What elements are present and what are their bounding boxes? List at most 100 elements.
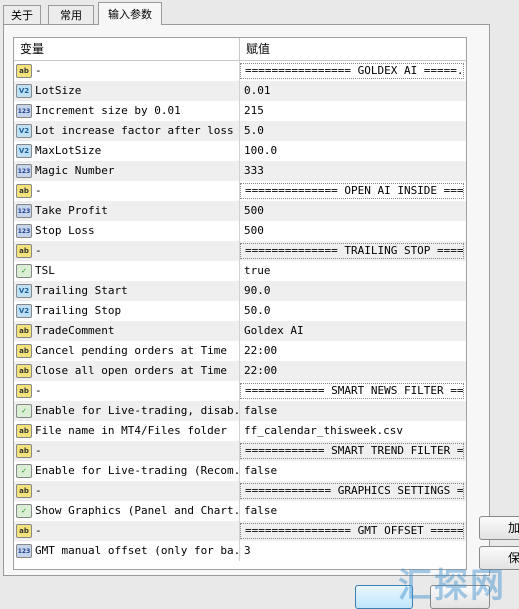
variable-name: - [35,184,42,197]
string-type-icon: ab [16,424,32,438]
variable-cell: ✓ Enable for Live-trading (Recom... [14,461,240,481]
double-type-icon: V2 [16,144,32,158]
variable-name: LotSize [35,84,82,97]
double-type-icon: V2 [16,304,32,318]
value-cell[interactable]: ============ SMART TREND FILTER =... [240,443,464,459]
table-row[interactable]: ab Close all open orders at Time 22:00 [14,361,466,381]
table-row[interactable]: 123 Take Profit 500 [14,201,466,221]
value-cell[interactable]: ============== OPEN AI INSIDE ===... [240,183,464,199]
value-cell[interactable]: ff_calendar_thisweek.csv [240,421,466,441]
value-cell[interactable]: ================ GOLDEX AI =====... [240,63,464,79]
variable-name: GMT manual offset (only for ba... [35,544,240,557]
variable-name: Trailing Stop [35,304,122,317]
string-type-icon: ab [16,524,32,538]
value-cell[interactable]: 333 [240,161,466,181]
value-cell[interactable]: false [240,461,466,481]
table-row[interactable]: 123 Stop Loss 500 [14,221,466,241]
value-cell[interactable]: 50.0 [240,301,466,321]
value-cell[interactable]: 500 [240,201,466,221]
variable-name: - [35,484,42,497]
tab-inputs[interactable]: 输入参数 [98,2,162,25]
column-header-variable[interactable]: 变量 [14,38,240,60]
table-row[interactable]: ab Cancel pending orders at Time 22:00 [14,341,466,361]
variable-cell: 123 Increment size by 0.01 [14,101,240,121]
variable-cell: V2 Trailing Start [14,281,240,301]
table-row[interactable]: V2 MaxLotSize 100.0 [14,141,466,161]
string-type-icon: ab [16,324,32,338]
table-row[interactable]: ab - ================ GMT OFFSET =====... [14,521,466,541]
table-row[interactable]: V2 Lot increase factor after loss 5.0 [14,121,466,141]
value-cell[interactable]: false [240,501,466,521]
table-row[interactable]: 123 Increment size by 0.01 215 [14,101,466,121]
tab-common[interactable]: 常用 [48,5,94,24]
variable-cell: ab File name in MT4/Files folder [14,421,240,441]
variable-name: Cancel pending orders at Time [35,344,228,357]
variable-cell: ab - [14,241,240,261]
value-cell[interactable]: 500 [240,221,466,241]
value-cell[interactable]: true [240,261,466,281]
variable-cell: V2 LotSize [14,81,240,101]
variable-cell: 123 Magic Number [14,161,240,181]
variable-name: - [35,384,42,397]
table-row[interactable]: 123 Magic Number 333 [14,161,466,181]
variable-name: TradeComment [35,324,115,337]
variable-name: MaxLotSize [35,144,102,157]
table-row[interactable]: ✓ Show Graphics (Panel and Chart... false [14,501,466,521]
value-cell[interactable]: 100.0 [240,141,466,161]
variable-cell: ✓ Show Graphics (Panel and Chart... [14,501,240,521]
variable-name: Enable for Live-trading, disab... [35,404,240,417]
value-cell[interactable]: ================ GMT OFFSET =====... [240,523,464,539]
parameters-grid: 变量 赋值 ab - ================ GOLDEX AI ====… [13,37,467,570]
variable-name: - [35,244,42,257]
table-row[interactable]: V2 Trailing Stop 50.0 [14,301,466,321]
grid-header: 变量 赋值 [14,38,466,61]
table-row[interactable]: ✓ TSL true [14,261,466,281]
value-cell[interactable]: 22:00 [240,361,466,381]
value-cell[interactable]: ============= GRAPHICS SETTINGS =... [240,483,464,499]
table-row[interactable]: V2 LotSize 0.01 [14,81,466,101]
variable-name: - [35,444,42,457]
variable-cell: ab - [14,181,240,201]
variable-name: File name in MT4/Files folder [35,424,228,437]
table-row[interactable]: ✓ Enable for Live-trading, disab... false [14,401,466,421]
table-row[interactable]: ab - ============ SMART NEWS FILTER ==... [14,381,466,401]
table-row[interactable]: ab File name in MT4/Files folder ff_calend… [14,421,466,441]
load-button[interactable]: 加 [479,516,519,540]
variable-cell: 123 GMT manual offset (only for ba... [14,541,240,561]
variable-name: - [35,524,42,537]
integer-type-icon: 123 [16,104,32,118]
string-type-icon: ab [16,484,32,498]
table-row[interactable]: ab - ============ SMART TREND FILTER =... [14,441,466,461]
table-row[interactable]: ab - ============= GRAPHICS SETTINGS =... [14,481,466,501]
column-header-value[interactable]: 赋值 [240,38,466,60]
variable-cell: ab Cancel pending orders at Time [14,341,240,361]
variable-cell: 123 Take Profit [14,201,240,221]
value-cell[interactable]: 0.01 [240,81,466,101]
variable-name: Take Profit [35,204,108,217]
variable-name: Increment size by 0.01 [35,104,181,117]
table-row[interactable]: ✓ Enable for Live-trading (Recom... false [14,461,466,481]
value-cell[interactable]: 5.0 [240,121,466,141]
value-cell[interactable]: false [240,401,466,421]
value-cell[interactable]: 215 [240,101,466,121]
variable-cell: ab - [14,481,240,501]
table-row[interactable]: ab - ============== OPEN AI INSIDE ===... [14,181,466,201]
table-row[interactable]: ab TradeComment Goldex AI [14,321,466,341]
variable-name: Close all open orders at Time [35,364,228,377]
table-row[interactable]: ab - ================ GOLDEX AI =====... [14,61,466,81]
variable-cell: V2 MaxLotSize [14,141,240,161]
value-cell[interactable]: ============ SMART NEWS FILTER ==... [240,383,464,399]
value-cell[interactable]: Goldex AI [240,321,466,341]
value-cell[interactable]: ============== TRAILING STOP ====... [240,243,464,259]
table-row[interactable]: ab - ============== TRAILING STOP ====... [14,241,466,261]
table-row[interactable]: V2 Trailing Start 90.0 [14,281,466,301]
string-type-icon: ab [16,64,32,78]
integer-type-icon: 123 [16,224,32,238]
variable-name: Lot increase factor after loss [35,124,234,137]
watermark-logo: 汇探网 [398,566,506,606]
tab-about[interactable]: 关于 [3,5,41,24]
string-type-icon: ab [16,184,32,198]
value-cell[interactable]: 90.0 [240,281,466,301]
value-cell[interactable]: 22:00 [240,341,466,361]
string-type-icon: ab [16,444,32,458]
